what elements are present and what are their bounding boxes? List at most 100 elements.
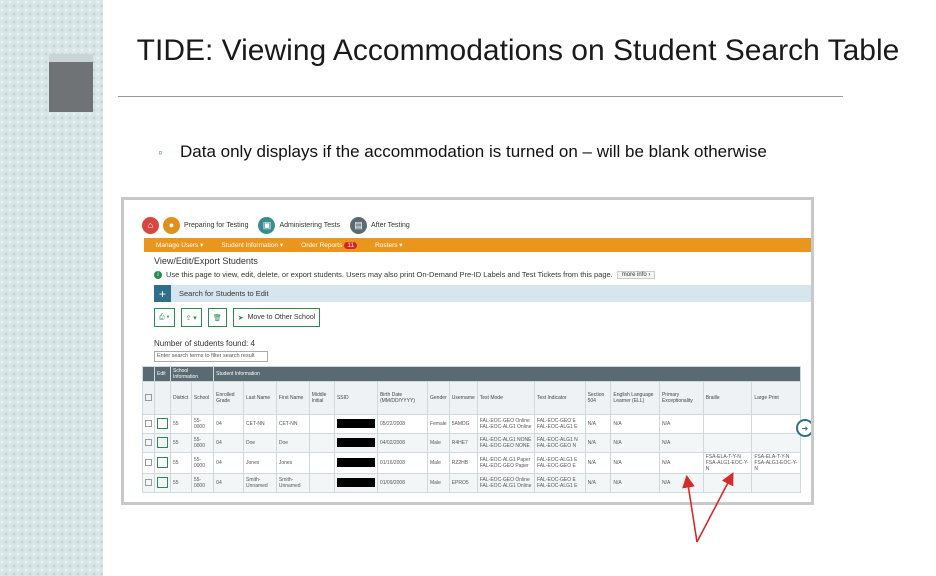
nav-tab-preparing[interactable]: Preparing for Testing bbox=[184, 222, 248, 229]
column-header[interactable]: Enrolled Grade bbox=[213, 381, 245, 415]
printer-icon: ⎙ ▾ bbox=[159, 313, 170, 321]
column-header[interactable]: English Language Learner (ELL) bbox=[610, 381, 660, 415]
select-all-header bbox=[142, 366, 155, 382]
redacted-ssid bbox=[336, 457, 375, 467]
edit-icon[interactable] bbox=[157, 417, 168, 429]
nav-tab-administering[interactable]: Administering Tests bbox=[279, 222, 340, 229]
nav-tab-after-testing[interactable]: After Testing bbox=[371, 222, 410, 229]
info-text: Use this page to view, edit, delete, or … bbox=[166, 270, 613, 279]
table-cell: 55 bbox=[170, 473, 192, 493]
table-cell: N/A bbox=[584, 473, 612, 493]
delete-button[interactable]: 🗑 bbox=[207, 308, 227, 327]
table-cell: FAL-EOC-ALG1 NONE FAL-EOC-GEO NONE bbox=[476, 433, 535, 453]
menu-student-information[interactable]: Student Information ▾ bbox=[221, 241, 283, 249]
table-cell: Male bbox=[427, 452, 450, 474]
table-cell: N/A bbox=[658, 414, 704, 434]
filter-input[interactable]: Enter search terms to filter search resu… bbox=[154, 351, 268, 362]
table-cell: FAL-EOC-GEO Online FAL-EOC-ALG1 Online bbox=[476, 414, 535, 434]
info-line: i Use this page to view, edit, delete, o… bbox=[154, 270, 656, 279]
table-cell: N/A bbox=[584, 452, 612, 474]
column-header[interactable]: Gender bbox=[427, 381, 450, 415]
move-button-label: Move to Other School bbox=[247, 314, 316, 321]
column-header[interactable]: School bbox=[190, 381, 215, 415]
table-cell: 55 bbox=[170, 433, 192, 453]
row-checkbox[interactable] bbox=[145, 419, 152, 427]
home-icon[interactable]: ⌂ bbox=[142, 216, 159, 234]
table-cell: CET-NN bbox=[243, 414, 277, 434]
column-header[interactable]: Test Mode bbox=[476, 381, 535, 415]
table-cell: Male bbox=[427, 473, 450, 493]
arrow-icon: ➤ bbox=[237, 314, 244, 322]
bullet-mark: ◦ bbox=[158, 144, 163, 160]
table-cell bbox=[308, 414, 335, 434]
column-header-large-print[interactable]: Large Print bbox=[751, 381, 801, 415]
person-icon[interactable]: ● bbox=[163, 216, 180, 234]
bullet-text: Data only displays if the accommodation … bbox=[180, 142, 767, 161]
column-header[interactable]: Username bbox=[448, 381, 478, 415]
search-section-toggle[interactable]: + Search for Students to Edit bbox=[154, 285, 811, 302]
table-cell: N/A bbox=[610, 433, 660, 453]
table-cell bbox=[308, 473, 335, 493]
table-cell: 55 bbox=[170, 452, 192, 474]
info-icon: i bbox=[154, 270, 162, 279]
column-header-braille[interactable]: Braille bbox=[702, 381, 753, 415]
edit-icon[interactable] bbox=[157, 476, 168, 488]
column-header[interactable]: Birth Date (MM/DD/YYYY) bbox=[376, 381, 429, 415]
export-arrow-icon[interactable]: ➜ bbox=[796, 419, 811, 437]
table-cell: 04 bbox=[213, 473, 245, 493]
slide-accent-square-dark bbox=[49, 62, 93, 112]
table-cell: 55-0000 bbox=[190, 452, 215, 474]
table-cell: N/A bbox=[610, 452, 660, 474]
table-cell: N/A bbox=[658, 433, 704, 453]
column-header[interactable]: Middle Initial bbox=[308, 381, 335, 415]
table-cell: N/A bbox=[658, 452, 704, 474]
table-cell: FAL-EOC-GEO E FAL-EOC-ALG1 E bbox=[533, 414, 586, 434]
menu-order-reports[interactable]: Order Reports 11 bbox=[301, 241, 358, 249]
export-icon: ⇪ ▾ bbox=[185, 314, 197, 322]
title-divider bbox=[118, 96, 843, 97]
table-cell: FAL-EOC-ALG1 Paper FAL-EOC-GEO Paper bbox=[476, 452, 535, 474]
table-cell bbox=[751, 473, 801, 493]
row-checkbox[interactable] bbox=[145, 438, 152, 446]
report-icon[interactable]: ▤ bbox=[350, 216, 368, 234]
print-button[interactable]: ⎙ ▾ bbox=[154, 308, 175, 327]
column-header[interactable]: Primary Exceptionality bbox=[658, 381, 704, 415]
monitor-icon[interactable]: ▣ bbox=[258, 216, 276, 234]
results-count: Number of students found: 4 bbox=[154, 339, 255, 348]
table-cell: R4HE7 bbox=[448, 433, 478, 453]
menu-rosters[interactable]: Rosters ▾ bbox=[375, 241, 402, 249]
edit-icon[interactable] bbox=[157, 456, 168, 468]
column-header[interactable]: District bbox=[170, 381, 192, 415]
group-header-student: Student Information bbox=[213, 366, 801, 382]
edit-icon[interactable] bbox=[157, 436, 168, 448]
bullet-point: ◦ Data only displays if the accommodatio… bbox=[158, 140, 798, 164]
row-checkbox[interactable] bbox=[145, 478, 152, 486]
column-header[interactable]: Test Indicator bbox=[533, 381, 586, 415]
menu-manage-users[interactable]: Manage Users ▾ bbox=[156, 241, 203, 249]
export-button[interactable]: ⇪ ▾ bbox=[180, 308, 202, 327]
group-header-edit: Edit bbox=[154, 366, 171, 382]
column-header[interactable]: First Name bbox=[275, 381, 310, 415]
table-cell: 55-0000 bbox=[190, 414, 215, 434]
row-checkbox[interactable] bbox=[145, 458, 152, 466]
table-row: 55 55-0000 04 Doe Doe 04/02/2008 Male R4… bbox=[142, 433, 801, 453]
table-cell: 5AMDG bbox=[448, 414, 478, 434]
column-header[interactable]: SSID bbox=[333, 381, 378, 415]
table-cell bbox=[702, 473, 753, 493]
student-table: Edit School Information Student Informat… bbox=[142, 366, 801, 493]
trash-icon: 🗑 bbox=[212, 314, 222, 322]
plus-icon: + bbox=[154, 285, 171, 302]
table-cell: Jones bbox=[275, 452, 310, 474]
table-cell: Smith-Unnamed bbox=[243, 473, 277, 493]
more-info-button[interactable]: more info › bbox=[616, 270, 656, 279]
column-header[interactable]: Section 504 bbox=[584, 381, 612, 415]
redacted-ssid bbox=[336, 437, 375, 447]
menu-order-reports-label: Order Reports bbox=[301, 241, 343, 249]
page-heading: View/Edit/Export Students bbox=[154, 256, 258, 266]
redacted-ssid bbox=[336, 418, 375, 428]
column-header[interactable]: Last Name bbox=[243, 381, 277, 415]
select-all-checkbox[interactable] bbox=[145, 393, 152, 401]
table-cell: 01/09/2008 bbox=[376, 473, 429, 493]
table-cell bbox=[308, 433, 335, 453]
move-to-other-school-button[interactable]: ➤ Move to Other School bbox=[232, 308, 321, 327]
